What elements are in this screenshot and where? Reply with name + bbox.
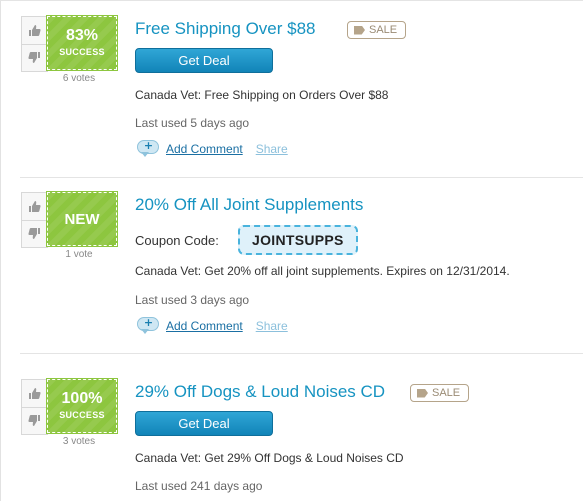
last-used: Last used 3 days ago [135, 293, 250, 307]
new-badge: NEW [46, 191, 118, 247]
last-used: Last used 241 days ago [135, 479, 263, 493]
top-border [0, 0, 583, 1]
sale-tag-label: SALE [369, 24, 398, 36]
thumbs-up-icon[interactable] [22, 380, 47, 408]
add-comment-link[interactable]: Add Comment [166, 319, 243, 333]
get-deal-button[interactable]: Get Deal [135, 48, 273, 73]
coupon-code[interactable]: JOINTSUPPS [238, 225, 358, 255]
share-link[interactable]: Share [256, 319, 288, 333]
coupon-code-label: Coupon Code: [135, 233, 219, 248]
success-percent: 100% [61, 390, 103, 407]
vote-buttons [21, 379, 48, 435]
coupon-description: Canada Vet: Get 20% off all joint supple… [135, 264, 510, 278]
thumbs-up-icon[interactable] [22, 17, 47, 45]
success-label: SUCCESS [59, 410, 105, 420]
success-badge: 83% SUCCESS [46, 15, 118, 71]
divider [20, 177, 583, 178]
coupon-title[interactable]: 20% Off All Joint Supplements [135, 195, 363, 215]
coupon-description: Canada Vet: Free Shipping on Orders Over… [135, 88, 389, 102]
success-label: SUCCESS [59, 47, 105, 57]
coupon-title[interactable]: Free Shipping Over $88 [135, 19, 316, 39]
tag-icon [354, 25, 365, 35]
vote-count: 1 vote [65, 249, 93, 260]
left-border [0, 0, 1, 501]
thumbs-down-icon[interactable] [22, 44, 47, 71]
sale-tag-label: SALE [432, 387, 461, 399]
coupon-title[interactable]: 29% Off Dogs & Loud Noises CD [135, 382, 385, 402]
vote-count: 3 votes [62, 436, 96, 447]
last-used: Last used 5 days ago [135, 116, 250, 130]
sale-tag: SALE [347, 21, 407, 39]
share-link[interactable]: Share [256, 142, 288, 156]
thumbs-up-icon[interactable] [22, 193, 47, 221]
get-deal-button[interactable]: Get Deal [135, 411, 273, 436]
comment-icon[interactable]: + [137, 139, 159, 157]
thumbs-down-icon[interactable] [22, 407, 47, 434]
vote-buttons [21, 16, 48, 72]
success-percent: 83% [65, 27, 99, 44]
vote-count: 6 votes [62, 73, 96, 84]
new-badge-label: NEW [64, 211, 100, 228]
vote-buttons [21, 192, 48, 248]
thumbs-down-icon[interactable] [22, 220, 47, 247]
comment-icon[interactable]: + [137, 316, 159, 334]
coupon-description: Canada Vet: Get 29% Off Dogs & Loud Nois… [135, 451, 404, 465]
add-comment-link[interactable]: Add Comment [166, 142, 243, 156]
divider [20, 353, 583, 354]
tag-icon [417, 388, 428, 398]
success-badge: 100% SUCCESS [46, 378, 118, 434]
coupon-actions: + Add Comment Share [137, 139, 288, 157]
coupon-list: 83% SUCCESS 6 votes Free Shipping Over $… [0, 0, 583, 501]
coupon-actions: + Add Comment Share [137, 316, 288, 334]
sale-tag: SALE [410, 384, 470, 402]
